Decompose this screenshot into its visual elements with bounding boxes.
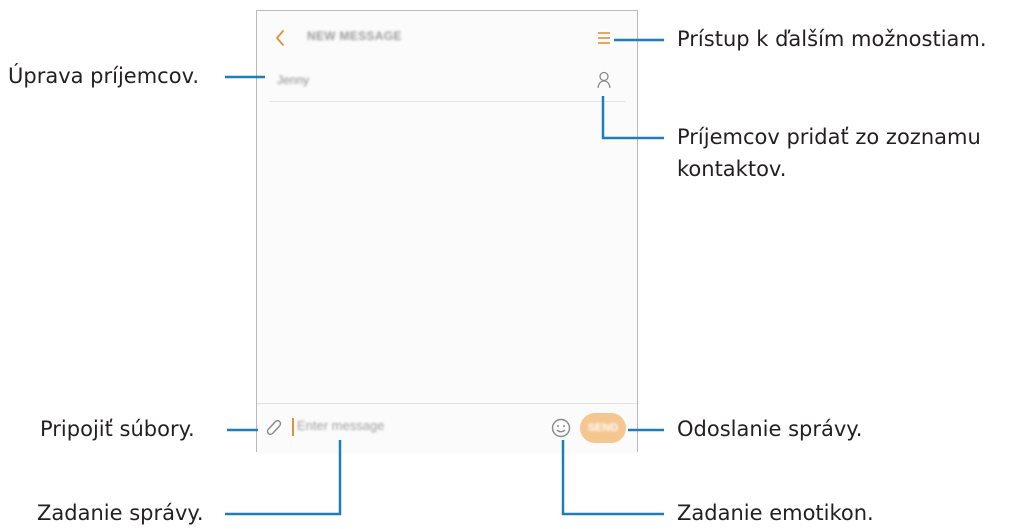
callout-send-message: Odoslanie správy. [677, 417, 863, 441]
leader-enter-message [225, 440, 342, 516]
callout-more-options: Prístup k ďalším možnostiam. [677, 27, 987, 51]
leader-add-contacts [601, 96, 664, 140]
callout-attach-files: Pripojiť súbory. [40, 417, 195, 441]
callout-enter-message: Zadanie správy. [37, 501, 204, 525]
leader-emoticons [561, 440, 664, 516]
callout-add-from-contacts-line1: Príjemcov pridať zo zoznamu [677, 125, 981, 149]
callout-enter-emoticons: Zadanie emotikon. [677, 501, 874, 525]
callout-edit-recipients: Úprava príjemcov. [8, 64, 200, 88]
callout-add-from-contacts-line2: kontaktov. [677, 157, 787, 181]
